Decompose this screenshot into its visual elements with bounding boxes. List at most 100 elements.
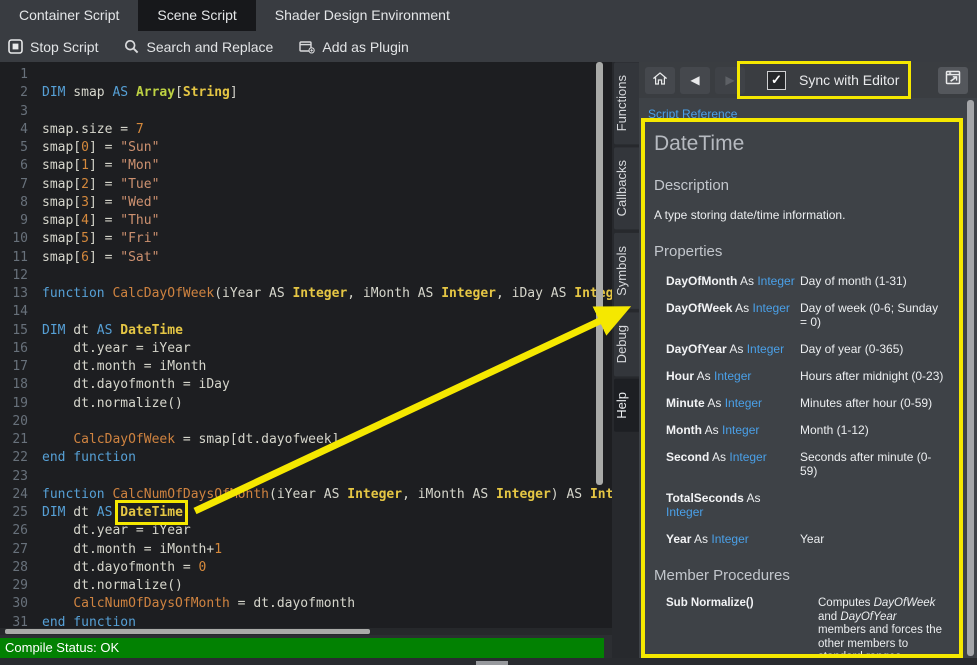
type-link[interactable]: Integer: [729, 450, 766, 464]
line-number: 20: [0, 413, 28, 431]
line-number: 16: [0, 340, 28, 358]
annotation-box-datetime: DateTime: [120, 505, 183, 520]
line-number: 15: [0, 322, 28, 340]
line-number: 19: [0, 395, 28, 413]
code-line: 31end function: [0, 614, 612, 629]
sync-with-editor-checkbox[interactable]: ✓: [767, 71, 786, 90]
code-text: smap[3] = "Wed": [42, 195, 159, 210]
editor-vertical-scrollbar[interactable]: [596, 62, 603, 485]
doc-title: DateTime: [654, 132, 947, 156]
procedures-heading: Member Procedures: [654, 567, 947, 584]
tab-container-script[interactable]: Container Script: [0, 0, 138, 31]
code-text: smap[4] = "Thu": [42, 213, 159, 228]
bottom-scrollbar[interactable]: [476, 661, 508, 665]
code-text: function CalcNumOfDaysOfMonth(iYear AS I…: [42, 487, 612, 502]
code-line: 21 CalcDayOfWeek = smap[dt.dayofweek]: [0, 431, 612, 449]
type-link[interactable]: Integer: [666, 505, 703, 519]
doc-content: DateTime Description A type storing date…: [645, 122, 959, 658]
type-link[interactable]: Integer: [722, 423, 759, 437]
add-as-plugin-label: Add as Plugin: [322, 39, 408, 55]
editor-horizontal-scrollbar-track: [0, 628, 612, 635]
line-number: 18: [0, 376, 28, 394]
magnifier-icon: [124, 39, 139, 54]
code-text: CalcDayOfWeek = smap[dt.dayofweek]: [42, 432, 339, 447]
code-line: 30 CalcNumOfDaysOfMonth = dt.dayofmonth: [0, 595, 612, 613]
property-name: TotalSeconds As Integer: [666, 491, 800, 519]
code-text: end function: [42, 450, 136, 465]
back-button[interactable]: ◀: [680, 67, 710, 94]
side-tab-help[interactable]: Help: [614, 379, 639, 432]
line-number: 25: [0, 504, 28, 522]
popout-button[interactable]: [938, 67, 968, 94]
property-description: [800, 491, 947, 519]
line-number: 13: [0, 285, 28, 303]
script-editor-window: { "tabs": { "items": [ {"label": "Contai…: [0, 0, 977, 665]
tab-shader-design-environment[interactable]: Shader Design Environment: [256, 0, 469, 31]
code-editor[interactable]: 12DIM smap AS Array[String]34smap.size =…: [0, 62, 612, 628]
property-description: Seconds after minute (0-59): [800, 450, 947, 478]
code-line: 28 dt.dayofmonth = 0: [0, 559, 612, 577]
popout-window-icon: [945, 70, 961, 90]
line-number: 4: [0, 121, 28, 139]
properties-table: DayOfMonth As IntegerDay of month (1-31)…: [666, 274, 947, 546]
compile-status-bar: Compile Status: OK: [0, 638, 604, 658]
line-number: 21: [0, 431, 28, 449]
home-button[interactable]: [645, 67, 675, 94]
description-heading: Description: [654, 177, 947, 194]
property-name: Hour As Integer: [666, 369, 800, 383]
forward-arrow-icon: ▶: [725, 73, 734, 87]
property-description: Month (1-12): [800, 423, 947, 437]
type-link[interactable]: Integer: [753, 301, 790, 315]
code-text: dt.month = iMonth+1: [42, 542, 222, 557]
line-number: 14: [0, 303, 28, 321]
side-tab-debug[interactable]: Debug: [614, 312, 639, 376]
home-icon: [653, 72, 667, 88]
code-line: 6smap[1] = "Mon": [0, 157, 612, 175]
code-text: dt.dayofmonth = iDay: [42, 377, 230, 392]
code-line: 16 dt.year = iYear: [0, 340, 612, 358]
code-line: 1: [0, 66, 612, 84]
line-number: 26: [0, 522, 28, 540]
line-number: 7: [0, 176, 28, 194]
code-line: 24 function CalcNumOfDaysOfMonth(iYear AS…: [0, 486, 612, 504]
side-tab-functions[interactable]: Functions: [614, 62, 639, 144]
line-number: 11: [0, 249, 28, 267]
code-line: 12: [0, 267, 612, 285]
code-line: 14: [0, 303, 612, 321]
forward-button[interactable]: ▶: [715, 67, 745, 94]
line-number: 8: [0, 194, 28, 212]
sync-with-editor-label: Sync with Editor: [799, 72, 899, 88]
panel-vertical-scrollbar[interactable]: [967, 100, 974, 656]
add-as-plugin-button[interactable]: Add as Plugin: [299, 39, 408, 55]
editor-horizontal-scrollbar[interactable]: [5, 629, 370, 634]
line-number: 24: [0, 486, 28, 504]
tab-scene-script[interactable]: Scene Script: [138, 0, 255, 31]
property-name: Month As Integer: [666, 423, 800, 437]
side-tab-callbacks[interactable]: Callbacks: [614, 147, 639, 229]
code-line: 23: [0, 468, 612, 486]
line-number: 27: [0, 541, 28, 559]
type-link[interactable]: Integer: [747, 342, 784, 356]
property-name: Minute As Integer: [666, 396, 800, 410]
type-link[interactable]: Integer: [725, 396, 762, 410]
code-text: smap[0] = "Sun": [42, 140, 159, 155]
code-text: dt.dayofmonth = 0: [42, 560, 206, 575]
line-number: 3: [0, 103, 28, 121]
checkmark-icon: ✓: [771, 72, 782, 88]
code-text: function CalcDayOfWeek(iYear AS Integer,…: [42, 286, 612, 301]
type-link[interactable]: Integer: [757, 274, 794, 288]
line-number: 10: [0, 230, 28, 248]
code-text: smap[5] = "Fri": [42, 231, 159, 246]
line-number: 12: [0, 267, 28, 285]
type-link[interactable]: Integer: [711, 532, 748, 546]
code-line: 5smap[0] = "Sun": [0, 139, 612, 157]
code-line: 20: [0, 413, 612, 431]
search-and-replace-button[interactable]: Search and Replace: [124, 39, 273, 55]
top-tab-bar: Container ScriptScene ScriptShader Desig…: [0, 0, 977, 31]
type-link[interactable]: Integer: [714, 369, 751, 383]
line-number: 30: [0, 595, 28, 613]
property-name: DayOfMonth As Integer: [666, 274, 800, 288]
stop-script-button[interactable]: Stop Script: [8, 39, 98, 55]
side-tab-symbols[interactable]: Symbols: [614, 233, 639, 309]
compile-status-text: Compile Status: OK: [5, 640, 119, 655]
